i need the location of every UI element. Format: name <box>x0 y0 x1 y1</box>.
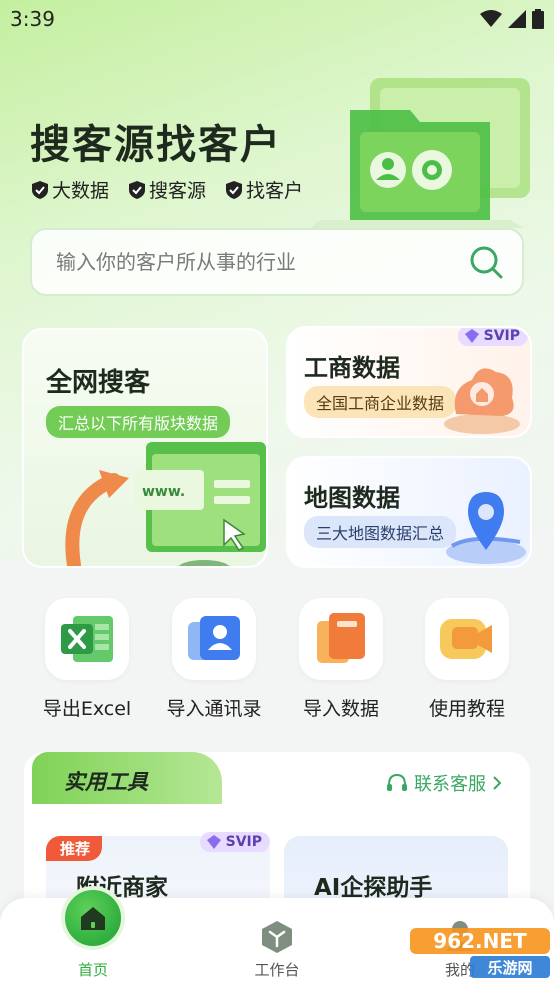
hero-title: 搜客源找客户 <box>30 122 282 168</box>
card-title: 工商数据 <box>304 354 400 382</box>
watermark-logo: 962.NET 乐游网 <box>410 928 550 978</box>
quick-icon-container <box>299 598 383 680</box>
hero-tag: 搜客源 <box>129 176 206 203</box>
shield-check-icon <box>32 180 48 199</box>
chevron-right-icon <box>493 776 502 790</box>
quick-action-label: 使用教程 <box>428 698 505 720</box>
quick-action-label: 导入数据 <box>302 698 379 720</box>
card-title: 地图数据 <box>304 484 400 512</box>
recommend-tag: 推荐 <box>46 836 103 861</box>
hero-tag-label: 搜客源 <box>149 180 207 202</box>
search-icon[interactable] <box>468 244 504 280</box>
battery-icon <box>532 9 544 29</box>
tools-section-title: 实用工具 <box>64 770 148 794</box>
browser-url-text: www. <box>142 484 185 500</box>
feature-card-business-data[interactable]: SVIP 工商数据 全国工商企业数据 <box>286 326 532 438</box>
video-tutorial-icon <box>440 619 492 659</box>
quick-icon-container <box>172 598 256 680</box>
svip-label: SVIP <box>483 328 520 344</box>
quick-action-import-contacts[interactable]: 导入通讯录 <box>151 598 277 721</box>
web-browser-icon: www. <box>65 442 266 566</box>
search-input[interactable] <box>56 250 468 274</box>
diamond-icon <box>206 835 221 849</box>
quick-action-label: 导出Excel <box>42 698 132 720</box>
quick-action-label: 导入通讯录 <box>166 698 262 720</box>
nav-item-home[interactable]: 首页 <box>33 886 153 984</box>
card-title: 全网搜客 <box>46 368 151 398</box>
quick-icon-container <box>425 598 509 680</box>
status-time: 3:39 <box>10 7 55 31</box>
quick-action-tutorial[interactable]: 使用教程 <box>404 598 530 721</box>
quick-action-export-excel[interactable]: 导出Excel <box>24 598 150 721</box>
excel-icon <box>61 616 113 662</box>
watermark-subtext: 乐游网 <box>487 959 532 977</box>
hero-tag: 找客户 <box>226 176 303 203</box>
feature-card-all-network[interactable]: 全网搜客 汇总以下所有版块数据 www. <box>22 328 268 568</box>
search-bar[interactable] <box>30 228 524 296</box>
hero-tag-label: 找客户 <box>246 180 304 202</box>
feature-card-map-data[interactable]: 地图数据 三大地图数据汇总 <box>286 456 532 568</box>
quick-icon-container <box>45 598 129 680</box>
import-data-icon <box>317 613 365 663</box>
svip-label: SVIP <box>225 834 262 850</box>
folder-illustration-icon <box>310 78 530 228</box>
tools-section-tab: 实用工具 <box>32 752 222 804</box>
shield-check-icon <box>226 180 243 199</box>
diamond-icon <box>464 329 479 343</box>
headset-icon <box>387 773 407 791</box>
svip-badge: SVIP <box>199 832 270 852</box>
card-subtitle: 三大地图数据汇总 <box>304 516 457 548</box>
home-icon <box>81 907 105 930</box>
wifi-icon <box>480 10 502 27</box>
card-subtitle: 全国工商企业数据 <box>304 386 457 418</box>
contacts-icon <box>188 616 240 660</box>
contact-support-label: 联系客服 <box>414 774 486 795</box>
watermark-text: 962.NET <box>433 929 527 953</box>
quick-actions: 导出Excel 导入通讯录 导入数据 使用教程 <box>0 598 554 728</box>
nav-item-workbench[interactable]: 工作台 <box>217 898 337 984</box>
workbench-cube-icon <box>262 921 292 953</box>
tool-title: AI企探助手 <box>314 875 433 901</box>
quick-action-import-data[interactable]: 导入数据 <box>278 598 404 721</box>
hero-tags: 大数据 搜客源 找客户 <box>32 176 303 203</box>
signal-icon <box>508 10 526 28</box>
hero-tag-label: 大数据 <box>52 180 110 202</box>
shield-check-icon <box>129 180 146 199</box>
nav-label: 首页 <box>77 961 108 979</box>
business-building-icon <box>444 368 520 434</box>
nav-home-circle <box>61 886 125 950</box>
status-icons <box>480 9 544 29</box>
map-pin-icon <box>446 492 526 564</box>
contact-support-link[interactable]: 联系客服 <box>386 770 502 796</box>
nav-label: 工作台 <box>254 961 300 979</box>
hero-tag: 大数据 <box>32 176 109 203</box>
status-bar: 3:39 <box>0 0 554 38</box>
svip-badge: SVIP <box>457 328 528 346</box>
